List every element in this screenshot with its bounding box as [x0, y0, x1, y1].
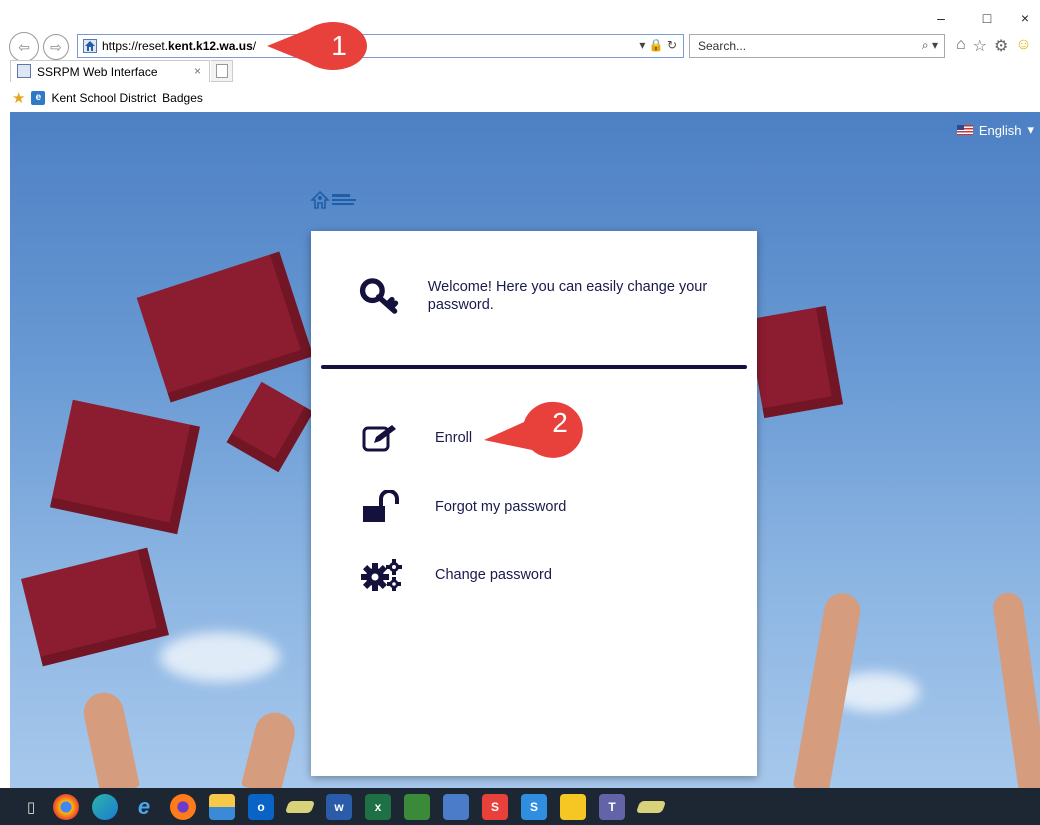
graduation-cap-image — [136, 251, 314, 403]
search-icon[interactable]: ⌕ ▾ — [922, 38, 938, 53]
taskbar: ▯ e o w x S S T — [0, 788, 1040, 825]
us-flag-icon — [956, 125, 973, 135]
ie-page-icon: e — [31, 91, 46, 105]
site-favicon-icon — [83, 39, 97, 53]
address-tools[interactable]: ▾ 🔒 ↻ — [639, 38, 677, 52]
graduation-cap-image — [226, 381, 314, 473]
section-divider — [321, 365, 747, 369]
file-explorer-icon[interactable] — [209, 793, 235, 820]
edit-pencil-icon — [361, 421, 405, 455]
add-favorite-star-icon[interactable]: ★ — [12, 89, 25, 107]
language-selector[interactable]: English ▾ — [956, 122, 1034, 138]
word-icon[interactable]: w — [326, 793, 352, 820]
url-suffix: / — [252, 39, 257, 53]
back-button[interactable]: ⇦ — [9, 32, 39, 62]
tab-row: SSRPM Web Interface × — [0, 60, 1040, 82]
eraser-tool-icon[interactable] — [284, 800, 316, 813]
teams-icon[interactable]: T — [599, 793, 625, 820]
search-input[interactable]: Search... ⌕ ▾ — [689, 34, 945, 58]
terminal-app-icon[interactable] — [404, 793, 430, 820]
gears-icon — [361, 558, 405, 592]
address-bar[interactable]: https://reset. kent.k12.wa.us / ▾ 🔒 ↻ — [77, 34, 684, 58]
callout-1: 1 — [265, 21, 375, 71]
graduation-cap-image — [49, 399, 201, 535]
search-placeholder: Search... — [698, 39, 747, 53]
url-prefix: https://reset. — [102, 39, 169, 53]
edge-icon[interactable] — [92, 793, 118, 820]
home-icon[interactable]: ⌂ — [956, 36, 966, 56]
snagit-editor-icon[interactable]: S — [521, 793, 547, 820]
chrome-icon[interactable] — [53, 793, 79, 820]
eraser-tool-icon-2[interactable] — [635, 800, 667, 813]
firefox-icon[interactable] — [170, 793, 196, 820]
language-label: English — [978, 122, 1022, 138]
maximize-button[interactable]: □ — [964, 6, 1010, 30]
tab-ssrpm[interactable]: SSRPM Web Interface × — [10, 60, 210, 82]
browser-toolbar: ⌂ ☆ ⚙ ☺ — [956, 36, 1032, 56]
callout-2-number: 2 — [552, 407, 568, 438]
kent-school-district-logo — [310, 190, 360, 210]
favorite-badges[interactable]: Badges — [162, 91, 203, 105]
forgot-password-link[interactable]: Forgot my password — [361, 490, 701, 524]
sticky-notes-icon[interactable] — [560, 793, 586, 820]
outlook-icon[interactable]: o — [248, 793, 274, 820]
key-icon — [359, 278, 399, 314]
kent-logo-wordmark — [332, 194, 356, 205]
callout-2: 2 — [482, 398, 592, 458]
kent-logo-mark-icon — [310, 190, 330, 209]
tab-title: SSRPM Web Interface — [37, 64, 158, 79]
raised-hand-image — [240, 708, 300, 792]
new-tab-icon — [215, 64, 228, 78]
favorites-star-icon[interactable]: ☆ — [973, 36, 987, 56]
raised-hand-image — [991, 590, 1040, 792]
task-view-icon[interactable]: ▯ — [22, 798, 40, 816]
close-window-button[interactable]: × — [1010, 6, 1040, 30]
callout-1-number: 1 — [331, 30, 347, 61]
forward-button[interactable]: ⇨ — [43, 34, 69, 60]
graduation-cap-image — [746, 305, 844, 419]
settings-gear-icon[interactable]: ⚙ — [994, 36, 1008, 56]
welcome-message: Welcome! Here you can easily change your… — [427, 279, 708, 313]
welcome-section: Welcome! Here you can easily change your… — [359, 275, 739, 317]
unlock-icon — [361, 490, 405, 524]
network-app-icon[interactable] — [443, 793, 469, 820]
minimize-button[interactable]: – — [918, 6, 964, 30]
change-password-link[interactable]: Change password — [361, 558, 701, 592]
chevron-down-icon: ▾ — [1027, 122, 1034, 137]
background-cloud — [160, 632, 280, 682]
forgot-password-label: Forgot my password — [435, 499, 567, 515]
internet-explorer-icon[interactable]: e — [131, 794, 157, 820]
raised-hand-image — [80, 688, 140, 792]
new-tab-button[interactable] — [211, 60, 233, 82]
favorite-kent-school-district[interactable]: Kent School District — [51, 91, 156, 105]
tab-close-icon[interactable]: × — [194, 64, 201, 78]
page-viewport: English ▾ Welcome! Here you can easily c… — [10, 112, 1040, 792]
tab-favicon-icon — [17, 64, 31, 78]
snagit-icon[interactable]: S — [482, 793, 508, 820]
excel-icon[interactable]: x — [365, 793, 391, 820]
smiley-feedback-icon[interactable]: ☺ — [1015, 36, 1031, 56]
url-domain: kent.k12.wa.us — [168, 39, 253, 53]
favorites-bar: ★ e Kent School District Badges — [0, 86, 1040, 110]
window-controls: – □ × — [918, 6, 1040, 30]
address-row: ⇦ ⇨ https://reset. kent.k12.wa.us / ▾ 🔒 ↻ … — [0, 30, 1040, 62]
change-password-label: Change password — [435, 567, 552, 583]
graduation-cap-image — [21, 547, 169, 667]
enroll-label: Enroll — [435, 430, 473, 446]
